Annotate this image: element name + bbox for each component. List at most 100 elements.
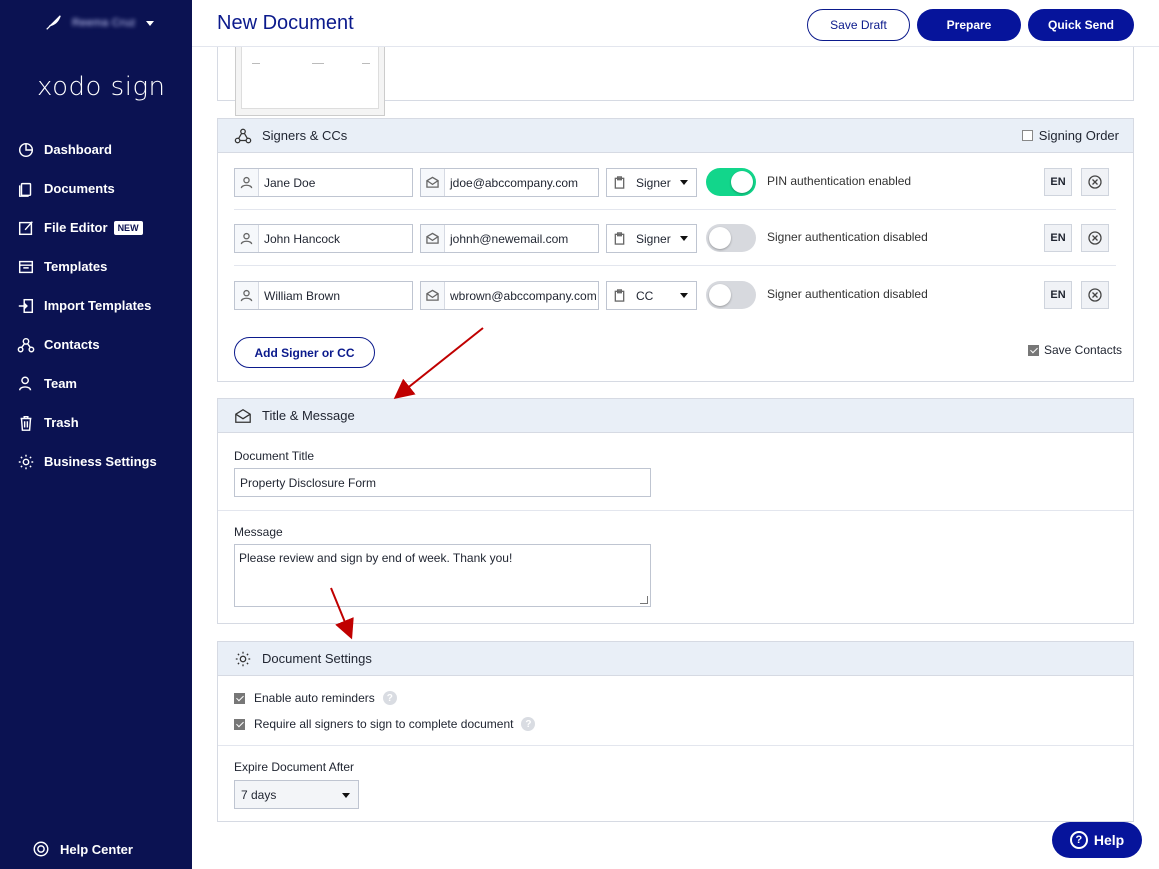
toggle-knob bbox=[731, 171, 753, 193]
help-button[interactable]: ? Help bbox=[1052, 822, 1142, 858]
sidebar-item-business-settings[interactable]: Business Settings bbox=[16, 442, 186, 481]
feather-icon bbox=[46, 15, 61, 30]
sidebar-item-team[interactable]: Team bbox=[16, 364, 186, 403]
chevron-down-icon bbox=[145, 20, 154, 26]
clipboard-icon bbox=[614, 176, 624, 189]
require-all-option[interactable]: Require all signers to sign to complete … bbox=[234, 717, 536, 731]
signer-role: CC bbox=[636, 288, 654, 303]
signer-email: jdoe@abccompany.com bbox=[450, 175, 579, 190]
signer-row: William Brown wbrown@abccompany.com CC S… bbox=[234, 267, 1116, 323]
signer-name-field[interactable]: Jane Doe bbox=[234, 168, 413, 197]
help-icon[interactable]: ? bbox=[382, 691, 397, 705]
page-header: New Document Save Draft Prepare Quick Se… bbox=[192, 0, 1159, 47]
signing-order-toggle[interactable]: Signing Order bbox=[1021, 128, 1119, 143]
auto-reminders-option[interactable]: Enable auto reminders ? bbox=[234, 691, 397, 705]
signer-role-select[interactable]: CC bbox=[606, 281, 697, 310]
toggle-knob bbox=[709, 227, 731, 249]
message-label: Message bbox=[234, 525, 283, 539]
require-all-label: Require all signers to sign to complete … bbox=[254, 717, 514, 731]
signer-name-field[interactable]: William Brown bbox=[234, 281, 413, 310]
user-name: Reema Cruz bbox=[72, 17, 136, 29]
language-button[interactable]: EN bbox=[1044, 281, 1072, 309]
person-icon bbox=[240, 232, 253, 245]
close-circle-icon bbox=[1088, 175, 1102, 189]
signer-email: johnh@newemail.com bbox=[450, 231, 569, 246]
envelope-icon bbox=[235, 408, 251, 423]
signer-name-field[interactable]: John Hancock bbox=[234, 224, 413, 253]
signer-email-field[interactable]: jdoe@abccompany.com bbox=[420, 168, 599, 197]
signer-row: John Hancock johnh@newemail.com Signer S… bbox=[234, 210, 1116, 266]
remove-signer-button[interactable] bbox=[1081, 168, 1109, 196]
signing-order-checkbox[interactable] bbox=[1021, 130, 1033, 141]
signing-order-label: Signing Order bbox=[1038, 128, 1119, 143]
templates-icon bbox=[18, 260, 34, 273]
signers-title: Signers & CCs bbox=[262, 128, 348, 143]
new-badge: NEW bbox=[113, 220, 143, 235]
sidebar-item-file-editor[interactable]: File Editor NEW bbox=[16, 208, 186, 247]
envelope-icon bbox=[426, 232, 439, 244]
signer-role: Signer bbox=[636, 231, 671, 246]
auto-reminders-label: Enable auto reminders bbox=[254, 691, 375, 705]
document-settings-title: Document Settings bbox=[262, 651, 372, 666]
import-icon bbox=[18, 298, 34, 313]
signer-role-select[interactable]: Signer bbox=[606, 168, 697, 197]
prepare-button[interactable]: Prepare bbox=[917, 9, 1021, 41]
sidebar-item-import-templates[interactable]: Import Templates bbox=[16, 286, 186, 325]
save-contacts-checkbox[interactable] bbox=[1028, 344, 1039, 356]
gear-icon bbox=[18, 454, 34, 469]
signer-email-field[interactable]: johnh@newemail.com bbox=[420, 224, 599, 253]
question-icon: ? bbox=[1069, 831, 1088, 849]
sidebar-item-label: Import Templates bbox=[44, 298, 152, 313]
auth-toggle[interactable] bbox=[706, 281, 756, 309]
save-contacts-option[interactable]: Save Contacts bbox=[1028, 343, 1122, 357]
auth-toggle[interactable] bbox=[706, 224, 756, 252]
save-draft-button[interactable]: Save Draft bbox=[807, 9, 910, 41]
signer-row: Jane Doe jdoe@abccompany.com Signer PIN … bbox=[234, 154, 1116, 210]
sidebar-item-label: Contacts bbox=[44, 337, 100, 352]
toggle-knob bbox=[709, 284, 731, 306]
document-settings-panel: Document Settings Enable auto reminders … bbox=[217, 641, 1134, 822]
language-button[interactable]: EN bbox=[1044, 224, 1072, 252]
help-center-link[interactable]: Help Center bbox=[32, 840, 133, 858]
document-title-input[interactable]: Property Disclosure Form bbox=[234, 468, 651, 497]
title-message-panel: Title & Message Document Title Property … bbox=[217, 398, 1134, 624]
envelope-icon bbox=[426, 289, 439, 301]
auth-toggle[interactable] bbox=[706, 168, 756, 196]
edit-icon bbox=[18, 220, 33, 235]
remove-signer-button[interactable] bbox=[1081, 224, 1109, 252]
document-title-label: Document Title bbox=[234, 449, 315, 463]
require-all-checkbox[interactable] bbox=[234, 718, 245, 730]
sidebar-item-dashboard[interactable]: Dashboard bbox=[16, 130, 186, 169]
sidebar-item-contacts[interactable]: Contacts bbox=[16, 325, 186, 364]
quick-send-button[interactable]: Quick Send bbox=[1028, 9, 1134, 41]
clipboard-icon bbox=[614, 232, 624, 245]
person-icon bbox=[240, 176, 253, 189]
auth-status-text: PIN authentication enabled bbox=[767, 174, 912, 188]
user-menu[interactable]: Reema Cruz bbox=[44, 14, 154, 32]
resize-handle[interactable] bbox=[640, 596, 648, 604]
title-message-header: Title & Message bbox=[218, 399, 1133, 433]
sidebar-item-templates[interactable]: Templates bbox=[16, 247, 186, 286]
language-button[interactable]: EN bbox=[1044, 168, 1072, 196]
trash-icon bbox=[20, 415, 32, 431]
help-icon[interactable]: ? bbox=[521, 717, 536, 731]
remove-signer-button[interactable] bbox=[1081, 281, 1109, 309]
auto-reminders-checkbox[interactable] bbox=[234, 692, 245, 704]
sidebar-nav: Dashboard Documents File Editor NEW Temp… bbox=[16, 130, 186, 481]
signer-email-field[interactable]: wbrown@abccompany.com bbox=[420, 281, 599, 310]
signer-name: Jane Doe bbox=[264, 175, 316, 190]
signer-name: John Hancock bbox=[264, 231, 341, 246]
expire-select[interactable]: 7 days bbox=[234, 780, 359, 809]
clipboard-icon bbox=[614, 289, 624, 302]
message-text: Please review and sign by end of week. T… bbox=[239, 551, 513, 565]
team-icon bbox=[18, 376, 32, 391]
message-textarea[interactable]: Please review and sign by end of week. T… bbox=[234, 544, 651, 607]
logo: xodo sign bbox=[37, 72, 166, 102]
signers-panel: Signers & CCs Signing Order Jane Doe jdo… bbox=[217, 118, 1134, 382]
sidebar-item-trash[interactable]: Trash bbox=[16, 403, 186, 442]
add-signer-button[interactable]: Add Signer or CC bbox=[234, 337, 375, 368]
signer-role-select[interactable]: Signer bbox=[606, 224, 697, 253]
close-circle-icon bbox=[1088, 288, 1102, 302]
sidebar-item-label: Documents bbox=[44, 181, 115, 196]
sidebar-item-documents[interactable]: Documents bbox=[16, 169, 186, 208]
